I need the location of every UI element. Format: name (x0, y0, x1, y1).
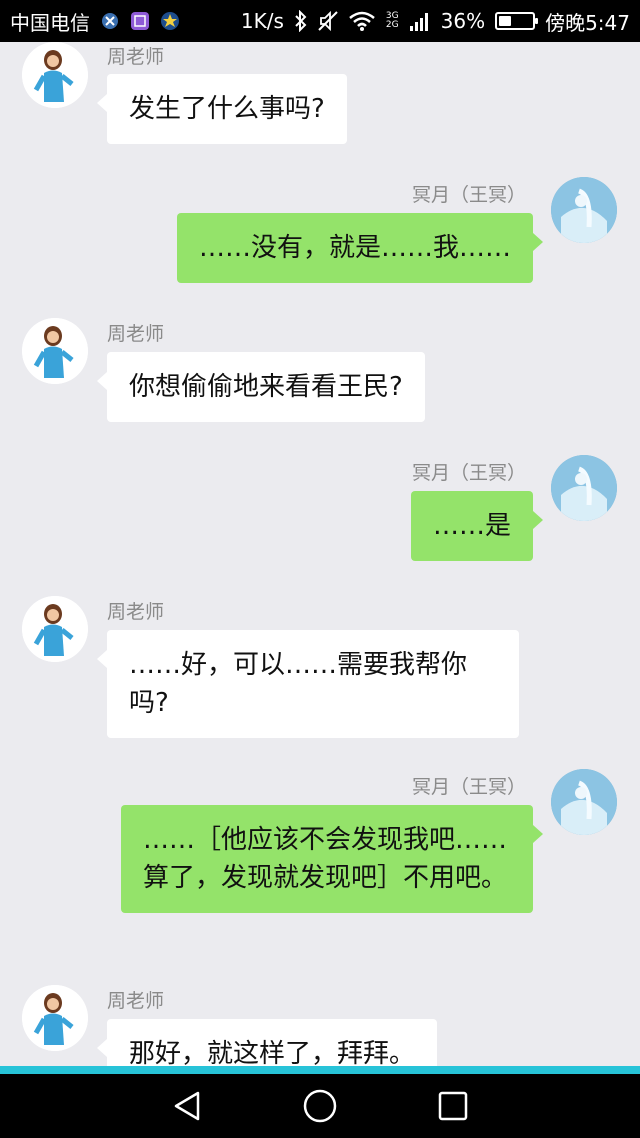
teacher-avatar[interactable] (22, 42, 88, 108)
network-speed: 1K/s (240, 9, 284, 33)
user-avatar[interactable] (551, 177, 617, 243)
signal-icon (409, 10, 431, 32)
game-app-icon (160, 11, 180, 31)
clock-app-icon (100, 11, 120, 31)
accent-divider (0, 1066, 640, 1074)
message-bubble-outgoing[interactable]: ……没有，就是……我…… (176, 213, 544, 283)
sender-name: 冥月（王冥） (411, 776, 526, 798)
mute-icon (318, 10, 338, 32)
sender-name: 周老师 (107, 601, 165, 623)
teacher-avatar[interactable] (22, 596, 88, 662)
user-avatar[interactable] (551, 455, 617, 521)
carrier-label: 中国电信 (10, 10, 90, 35)
gallery-app-icon (130, 11, 150, 31)
wifi-icon (348, 10, 376, 32)
teacher-avatar[interactable] (22, 985, 88, 1051)
chat-thread[interactable]: 周老师 发生了什么事吗? 冥月（王冥） ……没有，就是……我…… 周老师 你想偷… (0, 42, 640, 1066)
back-triangle-icon[interactable] (165, 1084, 209, 1128)
sender-name: 冥月（王冥） (411, 184, 526, 206)
clock-time: 傍晚5:47 (545, 10, 630, 35)
bluetooth-icon (294, 10, 308, 32)
message-bubble-outgoing[interactable]: ……［他应该不会发现我吧……算了，发现就发现吧］不用吧。 (121, 805, 543, 913)
battery-percent: 36% (440, 9, 486, 33)
user-avatar[interactable] (551, 769, 617, 835)
network-type-bottom: 2G (385, 20, 399, 30)
battery-icon (495, 12, 539, 30)
sender-name: 周老师 (107, 46, 165, 68)
phone-screen: 中国电信 1K/s 3G 2G 36% 傍晚5:47 周老师 发生了什么事吗? … (0, 0, 640, 1138)
message-bubble-outgoing[interactable]: ……是 (410, 491, 544, 561)
message-bubble-incoming[interactable]: 那好，就这样了，拜拜。 (96, 1019, 438, 1066)
message-bubble-incoming[interactable]: ……好，可以……需要我帮你吗? (97, 630, 519, 738)
message-bubble-incoming[interactable]: 发生了什么事吗? (97, 74, 347, 144)
home-circle-icon[interactable] (298, 1084, 342, 1128)
message-bubble-incoming[interactable]: 你想偷偷地来看看王民? (97, 352, 425, 422)
teacher-avatar[interactable] (22, 318, 88, 384)
status-bar: 中国电信 1K/s 3G 2G 36% 傍晚5:47 (0, 0, 640, 42)
network-type: 3G 2G (386, 12, 399, 30)
sender-name: 冥月（王冥） (411, 462, 526, 484)
sender-name: 周老师 (107, 990, 165, 1012)
recents-square-icon[interactable] (431, 1084, 475, 1128)
navigation-bar (0, 1074, 640, 1138)
sender-name: 周老师 (107, 323, 165, 345)
